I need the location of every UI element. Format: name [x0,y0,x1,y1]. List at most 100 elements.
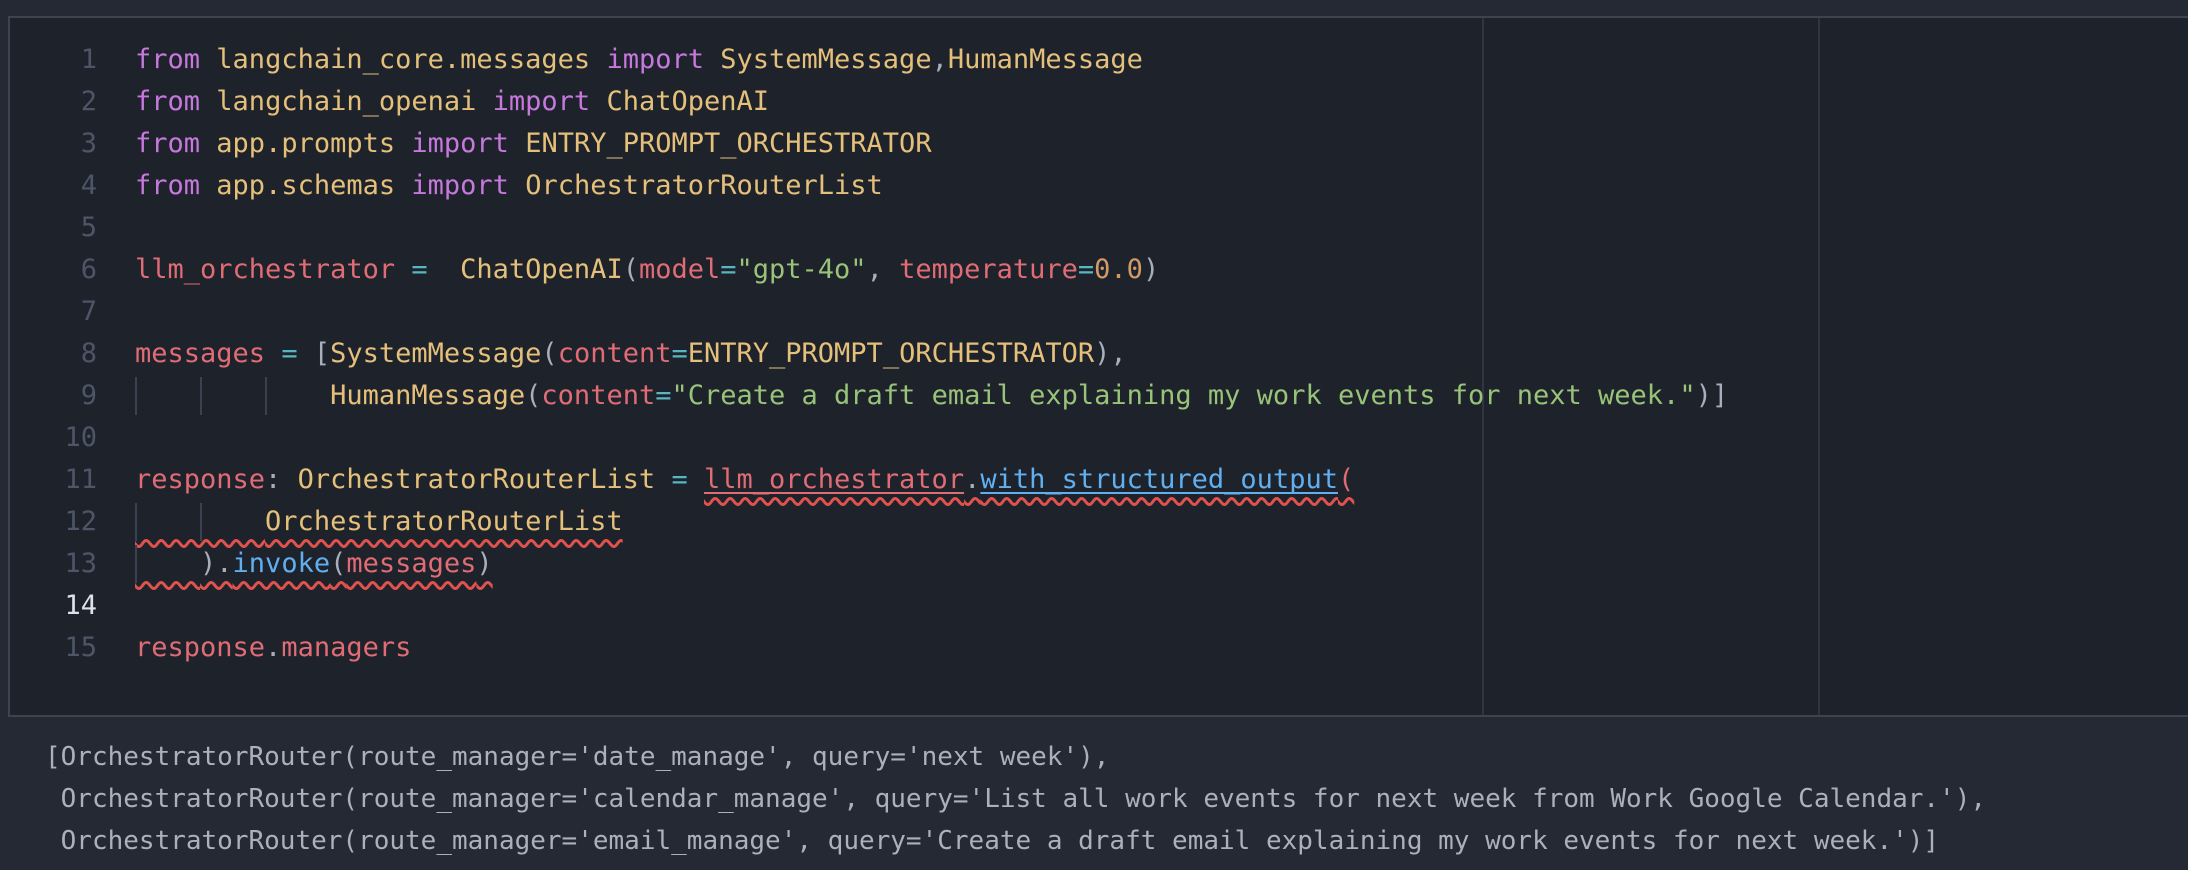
indent-guide-line [200,503,202,541]
code-token: messages [346,548,476,579]
code-line[interactable]: 4from app.schemas import OrchestratorRou… [10,165,2188,207]
line-number: 15 [10,627,125,669]
code-line[interactable]: 3from app.prompts import ENTRY_PROMPT_OR… [10,123,2188,165]
code-token [509,170,525,201]
code-text: response.managers [135,627,411,669]
code-token: ( [541,338,557,369]
code-token: : [265,464,298,495]
code-token: response [135,632,265,663]
code-token: OrchestratorRouterList [525,170,883,201]
output-line: OrchestratorRouter(route_manager='email_… [45,820,1986,862]
code-text: llm_orchestrator = ChatOpenAI(model="gpt… [135,249,1159,291]
code-token: [ [298,338,331,369]
code-token: import [411,170,509,201]
code-token [265,338,281,369]
code-token: OrchestratorRouterList [298,464,656,495]
code-line[interactable]: 5 [10,207,2188,249]
line-number: 9 [10,375,125,417]
code-editor[interactable]: 1from langchain_core.messages import Sys… [10,18,2188,669]
code-token: model [639,254,720,285]
line-number: 5 [10,207,125,249]
code-token: ), [1094,338,1127,369]
code-token: ( [525,380,541,411]
code-token: = [671,338,687,369]
code-token: import [606,44,704,75]
code-token: temperature [899,254,1078,285]
code-token: 0.0 [1094,254,1143,285]
code-line[interactable]: 7 [10,291,2188,333]
code-text: from langchain_core.messages import Syst… [135,39,1143,81]
code-token [509,128,525,159]
line-number: 14 [10,585,125,627]
code-token: "gpt-4o" [737,254,867,285]
code-text: OrchestratorRouterList [135,501,623,543]
code-line[interactable]: 9 HumanMessage(content="Create a draft e… [10,375,2188,417]
indent-guide-line [135,503,137,541]
code-token [200,44,216,75]
code-token: invoke [233,548,331,579]
cell-output: [OrchestratorRouter(route_manager='date_… [45,736,1986,862]
line-number: 8 [10,333,125,375]
code-token: OrchestratorRouterList [265,506,623,537]
output-line: [OrchestratorRouter(route_manager='date_… [45,736,1986,778]
code-token: ChatOpenAI [460,254,623,285]
code-line[interactable]: 12 OrchestratorRouterList [10,501,2188,543]
line-number: 1 [10,39,125,81]
error-squiggle: ).invoke(messages) [135,548,493,579]
code-token: ) [476,548,492,579]
code-token [200,170,216,201]
line-number: 4 [10,165,125,207]
code-token [428,254,461,285]
code-token: = [1078,254,1094,285]
line-number: 6 [10,249,125,291]
code-token: from [135,86,200,117]
code-text: from langchain_openai import ChatOpenAI [135,81,769,123]
code-token: messages [135,338,265,369]
code-token: with_structured_output [980,464,1338,495]
code-token: from [135,128,200,159]
code-token: SystemMessage [720,44,931,75]
indent-guide-line [200,377,202,415]
code-token: ) [1143,254,1159,285]
code-token: . [265,632,281,663]
code-token: import [411,128,509,159]
code-token: ( [330,548,346,579]
code-line[interactable]: 15response.managers [10,627,2188,669]
code-token [135,548,200,579]
code-line[interactable]: 11response: OrchestratorRouterList = llm… [10,459,2188,501]
line-number: 13 [10,543,125,585]
code-token: llm_orchestrator [135,254,395,285]
code-token: content [541,380,655,411]
code-token: ChatOpenAI [606,86,769,117]
code-token: langchain_core.messages [216,44,590,75]
code-token: ( [1338,464,1354,495]
code-line[interactable]: 2from langchain_openai import ChatOpenAI [10,81,2188,123]
code-line[interactable]: 14 [10,585,2188,627]
code-line[interactable]: 10 [10,417,2188,459]
code-token [476,86,492,117]
code-token [200,86,216,117]
code-text: ).invoke(messages) [135,543,493,585]
indent-guide-line [135,377,137,415]
code-line[interactable]: 1from langchain_core.messages import Sys… [10,39,2188,81]
code-line[interactable]: 6llm_orchestrator = ChatOpenAI(model="gp… [10,249,2188,291]
code-token: ENTRY_PROMPT_ORCHESTRATOR [525,128,931,159]
code-token [590,44,606,75]
code-line[interactable]: 13 ).invoke(messages) [10,543,2188,585]
line-number: 11 [10,459,125,501]
code-text: from app.prompts import ENTRY_PROMPT_ORC… [135,123,932,165]
code-line[interactable]: 8messages = [SystemMessage(content=ENTRY… [10,333,2188,375]
code-token: content [558,338,672,369]
code-token: = [671,464,687,495]
code-cell[interactable]: 1from langchain_core.messages import Sys… [8,16,2188,717]
code-token: ENTRY_PROMPT_ORCHESTRATOR [688,338,1094,369]
code-token [590,86,606,117]
code-token: HumanMessage [948,44,1143,75]
indent-guide-line [135,545,137,583]
line-number: 7 [10,291,125,333]
code-token [704,44,720,75]
line-number: 2 [10,81,125,123]
code-text: response: OrchestratorRouterList = llm_o… [135,459,1354,501]
code-token [135,380,330,411]
code-token: managers [281,632,411,663]
